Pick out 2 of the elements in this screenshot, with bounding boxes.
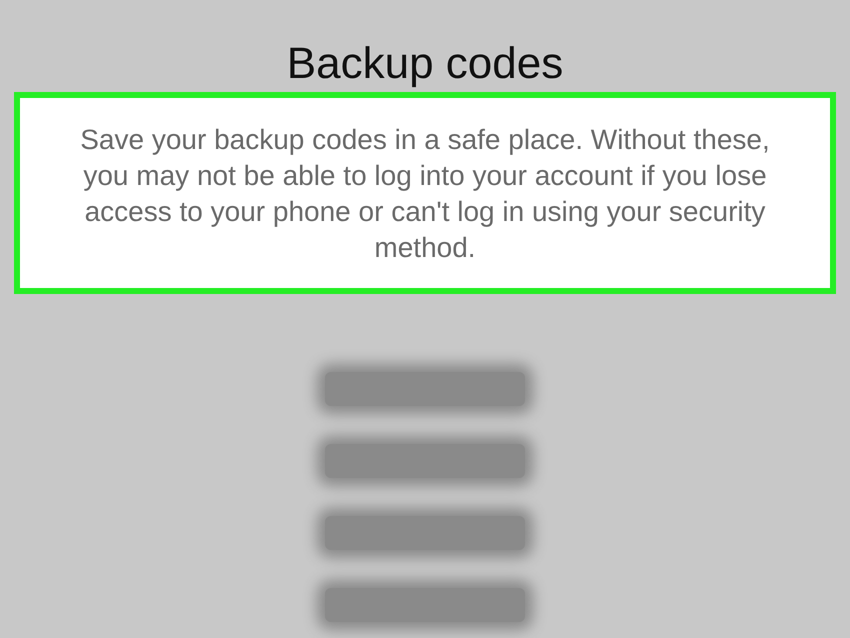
description-text: Save your backup codes in a safe place. Without these, you may not be able to log into your account if you lose access to your phone or can't log in using your security method. <box>14 92 836 294</box>
screen-title: Backup codes <box>286 40 564 88</box>
